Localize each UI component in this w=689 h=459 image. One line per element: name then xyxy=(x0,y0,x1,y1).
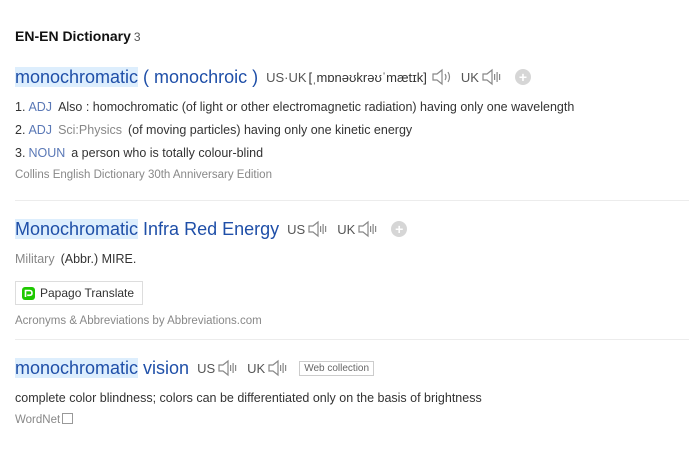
divider xyxy=(15,339,689,340)
definition-item: Military (Abbr.) MIRE. xyxy=(15,248,689,271)
def-number: 3. xyxy=(15,146,26,160)
papago-label: Papago Translate xyxy=(40,286,135,300)
entry-headline: Monochromatic Infra Red Energy US UK + xyxy=(15,216,689,242)
headword-link[interactable]: monochromatic vision xyxy=(15,357,190,379)
headword-highlight: Monochromatic xyxy=(15,218,139,239)
definition-list: complete color blindness; colors can be … xyxy=(15,387,689,410)
subject-field: Military xyxy=(15,252,55,266)
web-collection-tag: Web collection xyxy=(299,360,375,376)
speaker-icon[interactable] xyxy=(217,359,239,377)
speaker-icon[interactable] xyxy=(481,68,503,86)
entry-headline: monochromatic ( monochroic ) US·UK [ˌmɒn… xyxy=(15,64,689,90)
result-count: 3 xyxy=(133,30,141,44)
papago-logo-icon xyxy=(22,286,35,300)
headword-highlight: monochromatic xyxy=(15,357,139,378)
source-label: Acronyms & Abbreviations by Abbreviation… xyxy=(15,315,262,327)
entry-monochromatic-infra-red-energy: Monochromatic Infra Red Energy US UK + M… xyxy=(15,216,689,327)
definition-item: 3. NOUN a person who is totally colour-bli… xyxy=(15,142,689,165)
def-number: 1. xyxy=(15,100,26,114)
source-label: Collins English Dictionary 30th Annivers… xyxy=(15,169,272,181)
headword-rest: Infra Red Energy xyxy=(138,218,280,239)
pron-us-uk-label: US·UK xyxy=(266,69,307,85)
section-title-text: EN-EN Dictionary xyxy=(15,28,131,44)
headword-highlight: monochromatic xyxy=(15,66,139,87)
part-of-speech: ADJ xyxy=(28,100,53,114)
headword-link[interactable]: monochromatic ( monochroic ) xyxy=(15,66,259,88)
subject-field: Sci:Physics xyxy=(58,123,122,137)
speaker-icon[interactable] xyxy=(267,359,289,377)
pron-uk-label: UK xyxy=(460,69,479,85)
speaker-icon[interactable] xyxy=(431,68,453,86)
pronunciation: US·UK [ˌmɒnəʊkrəʊˈmætɪk] UK + xyxy=(266,68,531,86)
ipa-text: [ˌmɒnəʊkrəʊˈmætɪk] xyxy=(308,69,427,85)
entry-monochromatic: monochromatic ( monochroic ) US·UK [ˌmɒn… xyxy=(15,64,689,181)
pron-us-label: US xyxy=(287,221,306,237)
headword-rest: vision xyxy=(138,357,190,378)
part-of-speech: ADJ xyxy=(28,123,53,137)
definition-item: 1. ADJ Also : homochromatic (of light or o… xyxy=(15,96,689,119)
definition-list: Military (Abbr.) MIRE. xyxy=(15,248,689,271)
pron-uk-label: UK xyxy=(337,221,356,237)
definition-text: complete color blindness; colors can be … xyxy=(15,391,482,405)
pron-uk-label: UK xyxy=(247,360,266,376)
definition-item: complete color blindness; colors can be … xyxy=(15,387,689,410)
source-label: WordNet xyxy=(15,413,689,426)
headword-link[interactable]: Monochromatic Infra Red Energy xyxy=(15,218,280,240)
headword-rest: ( monochroic ) xyxy=(138,66,259,87)
pronunciation: US UK Web collection xyxy=(197,359,375,377)
speaker-icon[interactable] xyxy=(357,220,379,238)
pronunciation: US UK + xyxy=(287,220,408,238)
papago-translate-button[interactable]: Papago Translate xyxy=(15,281,144,305)
pron-us-label: US xyxy=(197,360,216,376)
source-text: WordNet xyxy=(15,414,61,426)
plus-circle-icon[interactable]: + xyxy=(391,221,408,237)
definition-list: 1. ADJ Also : homochromatic (of light or o… xyxy=(15,96,689,165)
plus-circle-icon[interactable]: + xyxy=(514,69,531,85)
part-of-speech: NOUN xyxy=(28,146,66,160)
definition-text: (Abbr.) MIRE. xyxy=(60,252,137,266)
copy-icon[interactable] xyxy=(62,413,74,425)
speaker-icon[interactable] xyxy=(307,220,329,238)
definition-text: a person who is totally colour-blind xyxy=(71,146,264,160)
definition-item: 2. ADJ Sci:Physics (of moving particles) ha… xyxy=(15,119,689,142)
definition-text: (of moving particles) having only one ki… xyxy=(127,123,413,137)
entry-monochromatic-vision: monochromatic vision US UK Web collectio… xyxy=(15,355,689,426)
def-number: 2. xyxy=(15,123,26,137)
divider xyxy=(15,200,689,201)
section-title: EN-EN Dictionary 3 xyxy=(15,28,141,44)
definition-text: Also : homochromatic (of light or other … xyxy=(58,100,575,114)
entry-headline: monochromatic vision US UK Web collectio… xyxy=(15,355,689,381)
